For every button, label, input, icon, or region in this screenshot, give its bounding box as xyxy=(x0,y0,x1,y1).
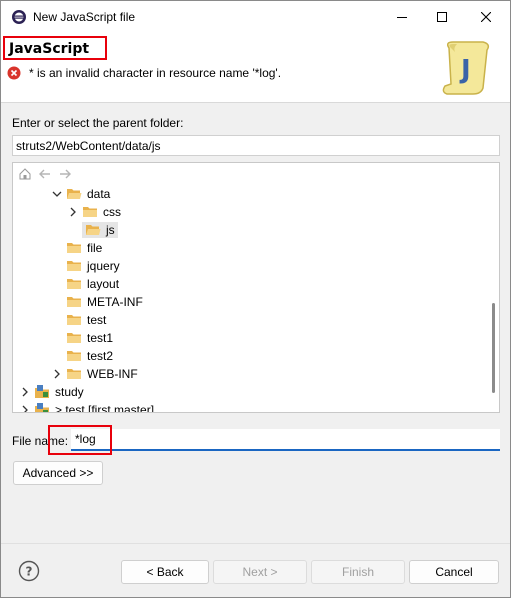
file-name-label: File name: xyxy=(12,434,69,448)
tree-item-label: WEB-INF xyxy=(87,367,138,381)
folder-icon xyxy=(67,279,81,289)
help-icon[interactable]: ? xyxy=(18,560,40,582)
maximize-icon xyxy=(437,11,447,22)
back-arrow-icon[interactable] xyxy=(38,167,52,181)
error-icon xyxy=(7,66,21,80)
home-icon[interactable] xyxy=(18,167,32,181)
tree-item-label: js xyxy=(106,223,115,237)
eclipse-app-icon xyxy=(12,10,26,24)
file-name-input[interactable]: *log xyxy=(71,429,500,451)
tree-item-label: test1 xyxy=(87,331,114,345)
chevron-right-icon[interactable] xyxy=(67,206,79,218)
tree-item-test1[interactable]: test1 xyxy=(66,329,113,347)
footer-divider xyxy=(1,543,510,544)
tree-item-test-repo[interactable]: > test [first master] xyxy=(19,401,155,413)
tree-item-label: layout xyxy=(87,277,120,291)
folder-icon xyxy=(67,369,81,379)
folder-open-icon xyxy=(67,189,82,199)
new-javascript-file-dialog: New JavaScript file JavaScript * is an i… xyxy=(0,0,511,598)
tree-item-label: > test [first master] xyxy=(55,403,155,413)
close-button[interactable] xyxy=(467,1,505,32)
finish-button[interactable]: Finish xyxy=(311,560,405,584)
project-icon xyxy=(35,403,49,412)
forward-arrow-icon[interactable] xyxy=(58,167,72,181)
tree-item-test2[interactable]: test2 xyxy=(66,347,113,365)
tree-item-label: study xyxy=(55,385,84,399)
minimize-button[interactable] xyxy=(383,1,421,32)
tree-item-data[interactable]: data xyxy=(51,185,110,203)
tree-scrollbar[interactable] xyxy=(492,303,495,393)
project-icon xyxy=(35,385,49,398)
title-bar[interactable]: New JavaScript file xyxy=(1,1,510,32)
svg-text:?: ? xyxy=(26,565,33,579)
folder-icon xyxy=(67,297,81,307)
tree-item-meta-inf[interactable]: META-INF xyxy=(66,293,143,311)
chevron-right-icon[interactable] xyxy=(19,404,31,412)
tree-item-label: file xyxy=(87,241,103,255)
tree-toolbar xyxy=(18,166,72,182)
folder-open-icon xyxy=(86,225,101,235)
folder-icon xyxy=(83,207,97,217)
folder-tree[interactable]: data css js file jquery layout META-INF … xyxy=(12,162,500,413)
parent-folder-input[interactable]: struts2/WebContent/data/js xyxy=(12,135,500,156)
folder-icon xyxy=(67,333,81,343)
window-title: New JavaScript file xyxy=(33,10,136,24)
tree-item-label: jquery xyxy=(87,259,120,273)
wizard-banner: JavaScript * is an invalid character in … xyxy=(1,32,510,103)
minimize-icon xyxy=(397,16,407,18)
folder-icon xyxy=(67,315,81,325)
tree-item-label: META-INF xyxy=(87,295,143,309)
cancel-button[interactable]: Cancel xyxy=(409,560,499,584)
tree-item-label: data xyxy=(87,187,111,201)
tree-item-label: css xyxy=(103,205,121,219)
maximize-button[interactable] xyxy=(423,1,461,32)
tree-item-layout[interactable]: layout xyxy=(66,275,119,293)
tree-item-test[interactable]: test xyxy=(66,311,106,329)
tree-item-label: test2 xyxy=(87,349,114,363)
javascript-scroll-icon: J xyxy=(442,41,490,95)
tree-item-file[interactable]: file xyxy=(66,239,102,257)
parent-folder-label: Enter or select the parent folder: xyxy=(12,116,184,130)
error-message: * is an invalid character in resource na… xyxy=(29,66,282,80)
folder-icon xyxy=(67,261,81,271)
close-icon xyxy=(481,11,491,22)
tree-item-js[interactable]: js xyxy=(82,221,118,239)
svg-text:J: J xyxy=(459,55,471,85)
folder-icon xyxy=(67,243,81,253)
selected-item: js xyxy=(82,222,118,238)
chevron-right-icon[interactable] xyxy=(19,386,31,398)
tree-item-web-inf[interactable]: WEB-INF xyxy=(51,365,138,383)
folder-icon xyxy=(67,351,81,361)
tree-item-label: test xyxy=(87,313,107,327)
file-name-value: *log xyxy=(75,432,96,446)
tree-item-jquery[interactable]: jquery xyxy=(66,257,120,275)
tree-item-css[interactable]: css xyxy=(67,203,121,221)
back-button[interactable]: < Back xyxy=(121,560,209,584)
advanced-button[interactable]: Advanced >> xyxy=(13,461,103,485)
banner-title: JavaScript xyxy=(3,36,107,60)
tree-item-study[interactable]: study xyxy=(19,383,84,401)
chevron-right-icon[interactable] xyxy=(51,368,63,380)
chevron-down-icon[interactable] xyxy=(51,188,63,200)
next-button[interactable]: Next > xyxy=(213,560,307,584)
